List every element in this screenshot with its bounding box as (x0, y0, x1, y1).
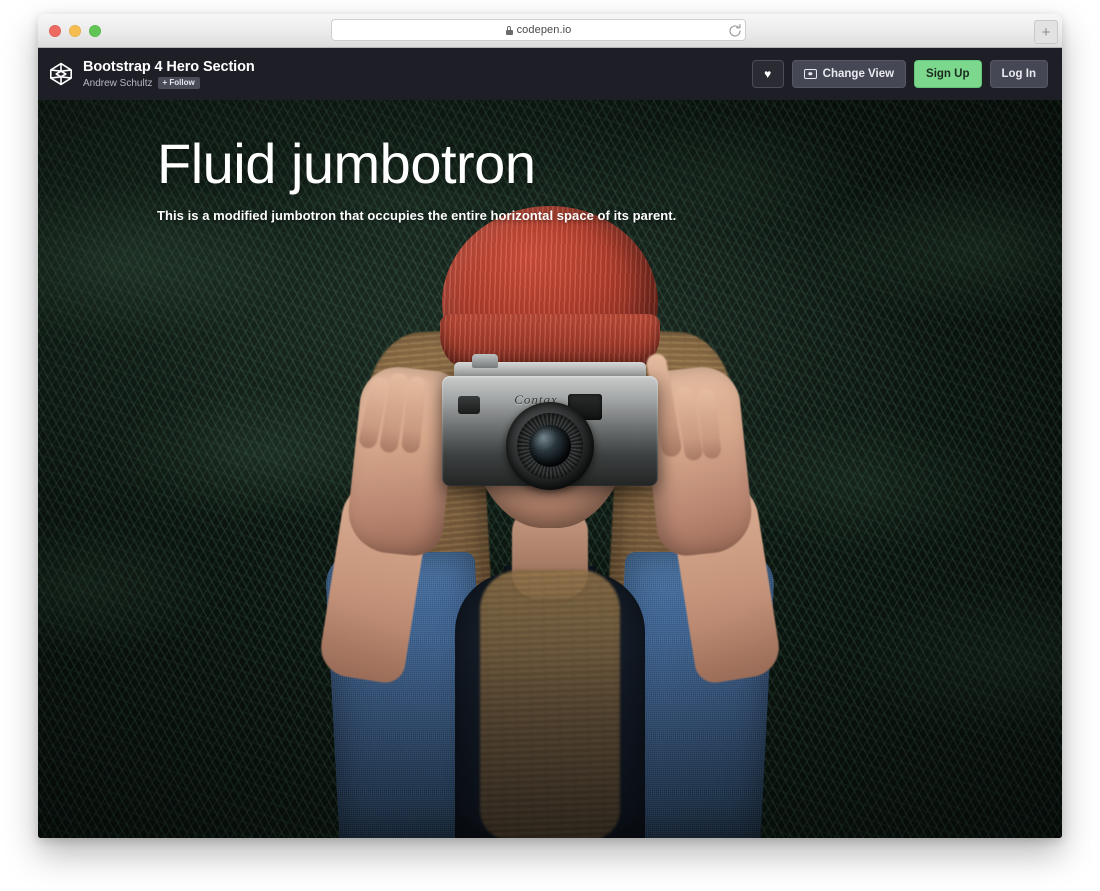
nav-actions: ♥ Change View Sign Up Log In (751, 60, 1048, 88)
close-window-button[interactable] (49, 25, 61, 37)
pen-identity: Bootstrap 4 Hero Section Andrew Schultz … (48, 59, 255, 90)
lock-icon (505, 25, 513, 35)
sign-up-button[interactable]: Sign Up (914, 60, 982, 88)
hero-title: Fluid jumbotron (157, 132, 536, 195)
browser-window: codepen.io + Bootstrap 4 Hero Section An… (38, 14, 1062, 838)
hero-subtitle: This is a modified jumbotron that occupi… (157, 208, 677, 224)
change-view-label: Change View (822, 68, 895, 80)
pen-author[interactable]: Andrew Schultz (83, 78, 152, 90)
new-tab-button[interactable]: + (1034, 20, 1058, 44)
codepen-logo-icon[interactable] (48, 61, 74, 87)
url-text-wrapper: codepen.io (505, 24, 572, 36)
reload-icon[interactable] (726, 22, 744, 40)
view-screen-icon (803, 69, 817, 79)
hero-section: Contax Fluid jumbotron This is a modifie… (38, 100, 1062, 838)
log-in-button[interactable]: Log In (989, 60, 1048, 88)
page-title: Bootstrap 4 Hero Section (83, 58, 255, 75)
maximize-window-button[interactable] (89, 25, 101, 37)
codepen-navbar: Bootstrap 4 Hero Section Andrew Schultz … (38, 48, 1062, 100)
heart-icon: ♥ (764, 67, 772, 81)
url-text: codepen.io (516, 24, 572, 36)
address-bar[interactable]: codepen.io (331, 19, 746, 41)
pen-meta: Bootstrap 4 Hero Section Andrew Schultz … (83, 59, 255, 90)
pen-author-row: Andrew Schultz + Follow (83, 77, 255, 90)
love-button[interactable]: ♥ (751, 60, 784, 88)
follow-button[interactable]: + Follow (158, 77, 200, 90)
browser-toolbar: codepen.io + (38, 14, 1062, 48)
change-view-button[interactable]: Change View (791, 60, 907, 88)
screenshot-root: codepen.io + Bootstrap 4 Hero Section An… (0, 0, 1100, 891)
hero-copy: Fluid jumbotron This is a modified jumbo… (157, 132, 877, 224)
minimize-window-button[interactable] (69, 25, 81, 37)
window-controls (49, 25, 101, 37)
